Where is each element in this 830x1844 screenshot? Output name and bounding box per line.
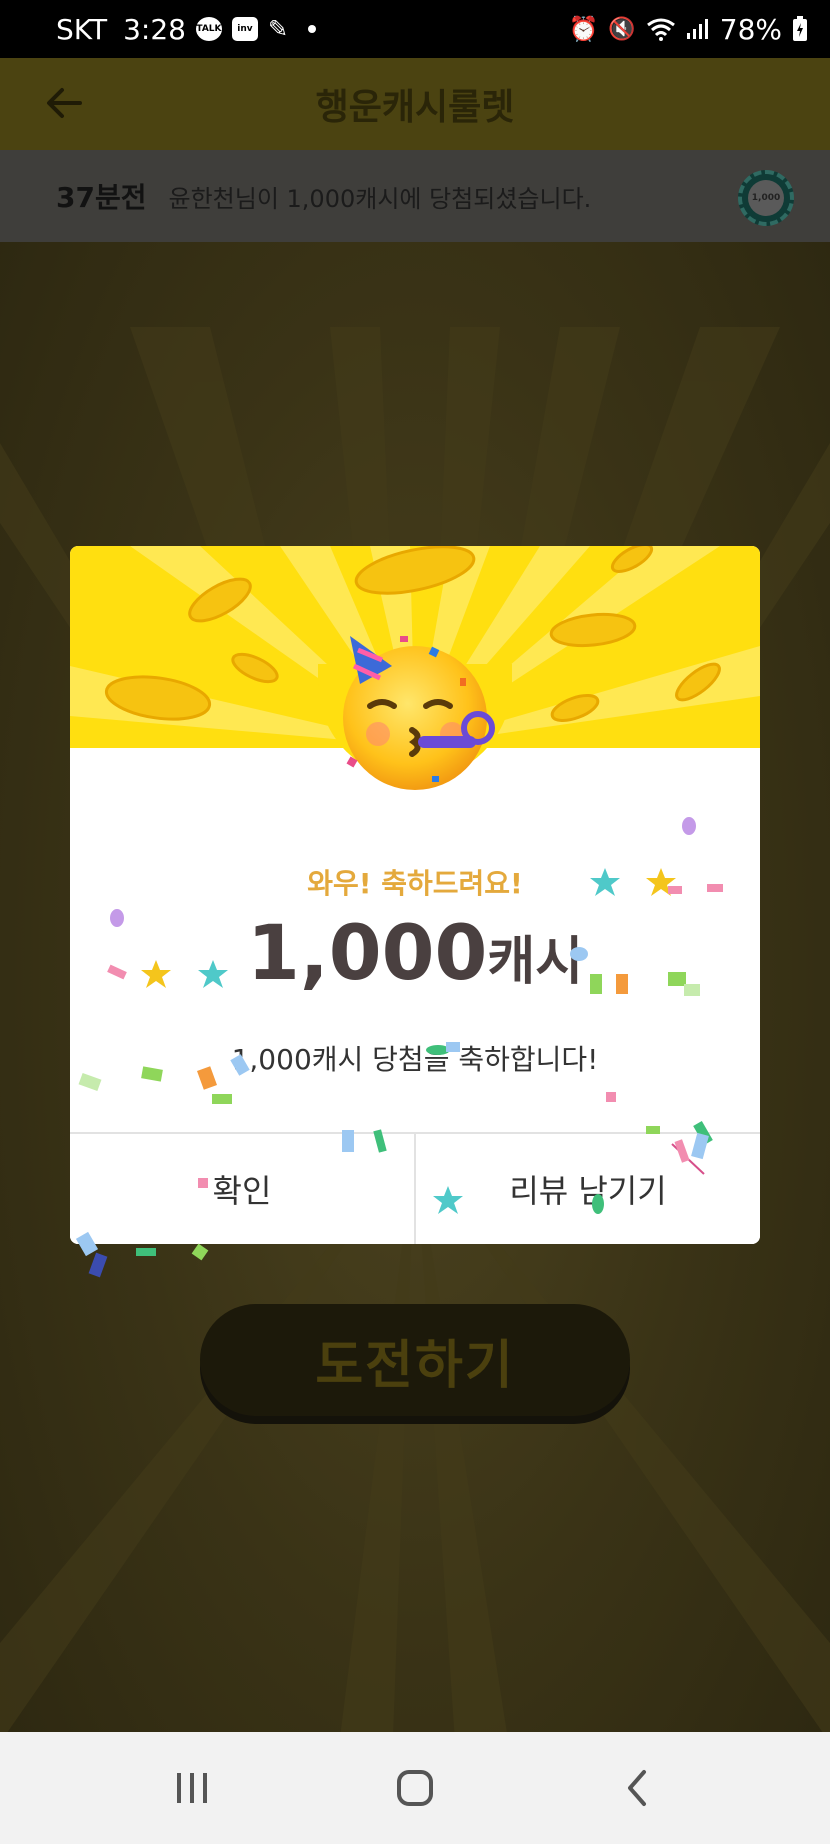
coin-chip-icon: 1,000 <box>738 170 794 226</box>
confirm-button[interactable]: 확인 <box>70 1134 414 1244</box>
challenge-button[interactable]: 도전하기 <box>200 1304 630 1416</box>
nav-home[interactable] <box>375 1748 455 1828</box>
dialog-buttons: 확인 리뷰 남기기 <box>70 1134 760 1244</box>
win-amount-number: 1,000 <box>246 908 488 997</box>
status-left: SKT 3:28 TALK inv ✎ <box>56 13 568 46</box>
nav-back[interactable] <box>598 1748 678 1828</box>
kakaotalk-icon: TALK <box>195 17 222 41</box>
ticker-time: 37분전 <box>56 181 147 214</box>
back-chevron-icon <box>628 1770 647 1806</box>
alarm-icon: ⏰ <box>568 15 599 43</box>
partying-face-icon <box>343 636 495 790</box>
nav-recent-apps[interactable] <box>152 1748 232 1828</box>
home-icon <box>396 1770 433 1806</box>
clock: 3:28 <box>123 12 186 46</box>
coin-chip-label: 1,000 <box>748 180 784 216</box>
win-amount: 1,000캐시 <box>70 908 760 997</box>
win-dialog: 와우! 축하드려요! 1,000캐시 1,000캐시 당첨을 축하합니다! 확인… <box>70 546 760 1244</box>
carrier-label: SKT <box>56 12 108 46</box>
inven-icon: inv <box>231 17 258 41</box>
wow-text: 와우! 축하드려요! <box>307 867 523 900</box>
ticker-message: 윤한천님이 1,000캐시에 당첨되셨습니다. <box>168 184 592 213</box>
signal-icon <box>686 19 708 39</box>
mute-icon: 🔇 <box>608 16 636 42</box>
more-notifications-icon <box>308 25 317 33</box>
app-header: 행운캐시룰렛 <box>0 58 830 150</box>
congrats-message: 1,000캐시 당첨을 축하합니다! <box>231 1043 599 1076</box>
status-bar: SKT 3:28 TALK inv ✎ ⏰ 🔇 78% <box>0 0 830 58</box>
system-nav-bar <box>0 1732 830 1844</box>
page-title: 행운캐시룰렛 <box>315 87 515 128</box>
challenge-button-label: 도전하기 <box>315 1335 515 1396</box>
recent-apps-icon <box>176 1773 207 1803</box>
battery-icon <box>793 16 807 41</box>
wifi-icon <box>646 18 675 41</box>
notification-app-icon: ✎ <box>267 15 289 43</box>
battery-percent: 78% <box>719 12 782 46</box>
win-amount-unit: 캐시 <box>487 932 584 992</box>
winner-ticker: 37분전 윤한천님이 1,000캐시에 당첨되셨습니다. 1,000 <box>0 150 830 242</box>
write-review-button[interactable]: 리뷰 남기기 <box>414 1134 760 1244</box>
status-right: ⏰ 🔇 78% <box>568 13 808 46</box>
back-arrow-icon[interactable] <box>40 78 90 128</box>
